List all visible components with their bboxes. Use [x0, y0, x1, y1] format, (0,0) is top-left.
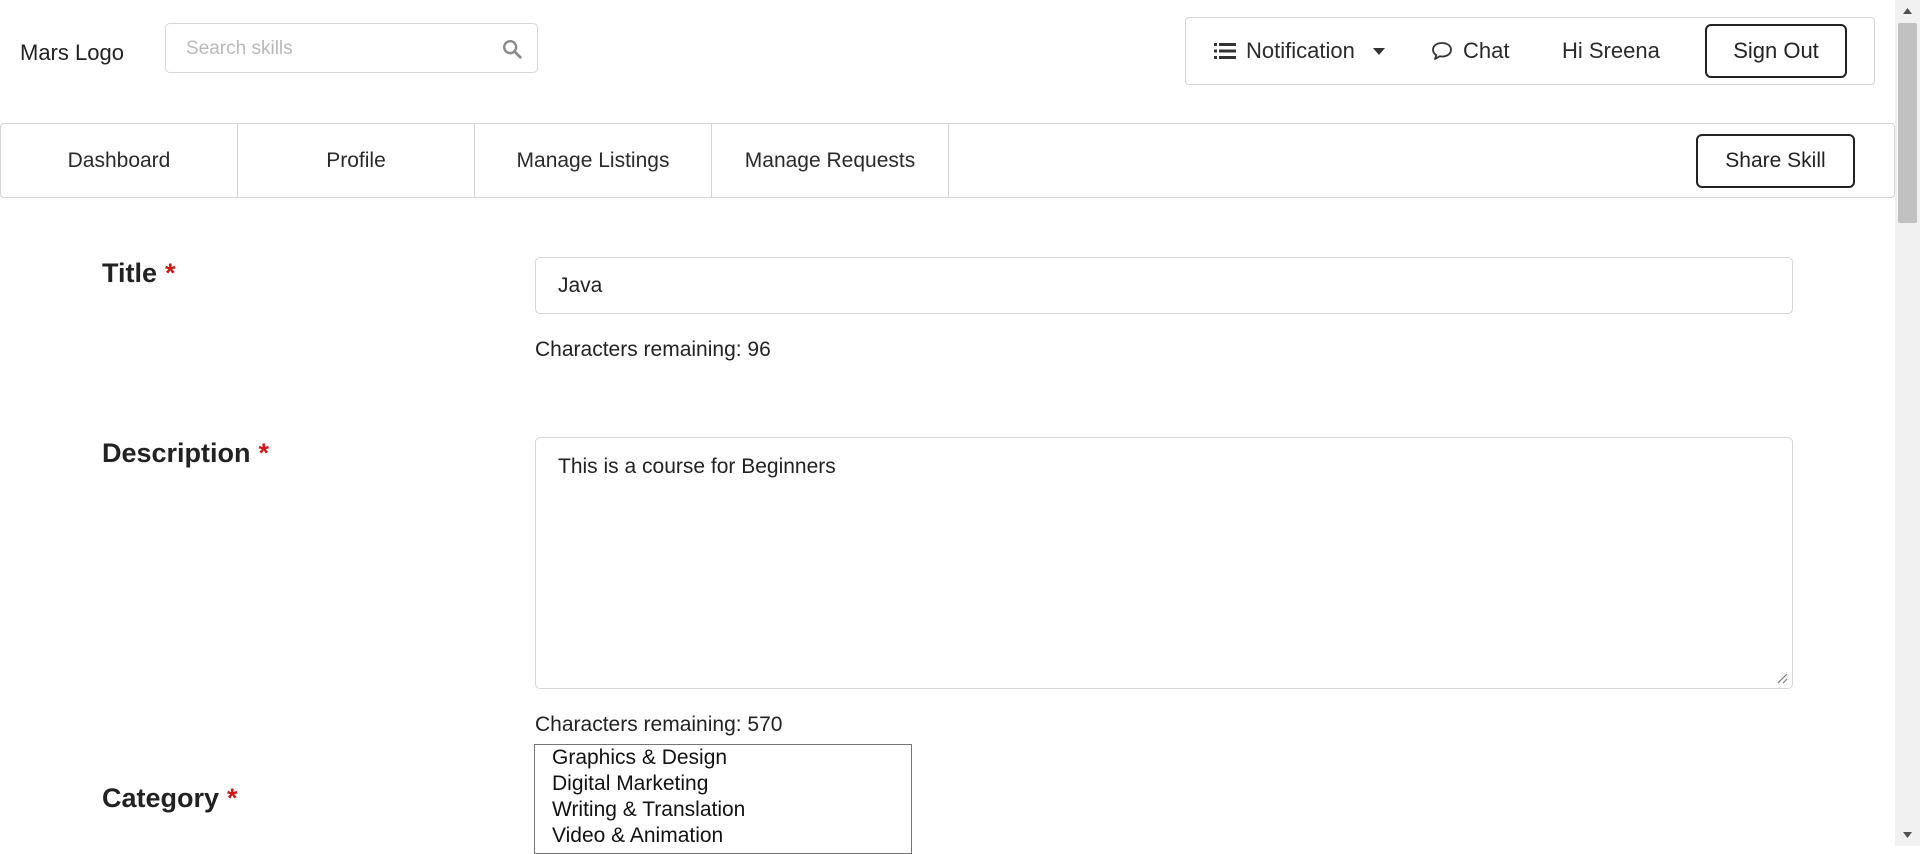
chat-label: Chat — [1463, 38, 1510, 63]
scroll-down-arrow-icon[interactable] — [1895, 824, 1920, 846]
search-icon[interactable] — [501, 38, 523, 60]
page: Mars Logo Notification Chat Hi Sreena Si… — [0, 0, 1895, 854]
search-input[interactable] — [184, 24, 488, 74]
required-mark: * — [227, 783, 238, 813]
required-mark: * — [165, 258, 176, 288]
scroll-up-arrow-icon[interactable] — [1895, 0, 1920, 22]
share-skill-button[interactable]: Share Skill — [1696, 134, 1855, 188]
notification-label: Notification — [1246, 38, 1355, 63]
tab-profile[interactable]: Profile — [238, 124, 475, 197]
category-option[interactable]: Video & Animation — [535, 823, 911, 849]
title-label: Title * — [102, 258, 176, 289]
required-mark: * — [258, 438, 270, 468]
category-listbox[interactable]: Graphics & Design Digital Marketing Writ… — [534, 744, 912, 854]
title-value: Java — [558, 273, 603, 297]
description-textarea[interactable]: This is a course for Beginners — [535, 437, 1793, 689]
list-icon — [1214, 43, 1236, 59]
search-box — [165, 23, 538, 74]
category-option[interactable]: Writing & Translation — [535, 797, 911, 823]
description-label: Description * — [102, 438, 269, 469]
description-label-text: Description — [102, 438, 251, 468]
tab-manage-listings[interactable]: Manage Listings — [475, 124, 712, 197]
chat-link[interactable]: Chat — [1431, 18, 1509, 84]
title-label-text: Title — [102, 258, 158, 288]
page-scrollbar[interactable] — [1895, 0, 1920, 846]
title-char-counter: Characters remaining: 96 — [535, 338, 771, 361]
description-value: This is a course for Beginners — [558, 455, 836, 478]
chat-bubble-icon — [1432, 42, 1452, 60]
description-char-counter: Characters remaining: 570 — [535, 713, 783, 736]
mars-logo[interactable]: Mars Logo — [20, 40, 124, 66]
category-option[interactable]: Digital Marketing — [535, 771, 911, 797]
category-option[interactable]: Graphics & Design — [535, 745, 911, 771]
category-label-text: Category — [102, 783, 220, 813]
title-input[interactable]: Java — [535, 257, 1793, 314]
tab-manage-requests[interactable]: Manage Requests — [712, 124, 949, 197]
category-label: Category * — [102, 783, 238, 814]
tab-dashboard[interactable]: Dashboard — [1, 124, 238, 197]
top-menu: Notification Chat Hi Sreena Sign Out — [1185, 17, 1875, 85]
user-greeting[interactable]: Hi Sreena — [1562, 18, 1660, 84]
main-nav: Dashboard Profile Manage Listings Manage… — [0, 123, 1895, 198]
resize-handle-icon[interactable] — [1776, 672, 1788, 684]
notification-dropdown[interactable]: Notification — [1214, 18, 1385, 84]
scrollbar-thumb[interactable] — [1898, 23, 1917, 223]
sign-out-button[interactable]: Sign Out — [1705, 24, 1847, 78]
chevron-down-icon — [1372, 47, 1385, 55]
